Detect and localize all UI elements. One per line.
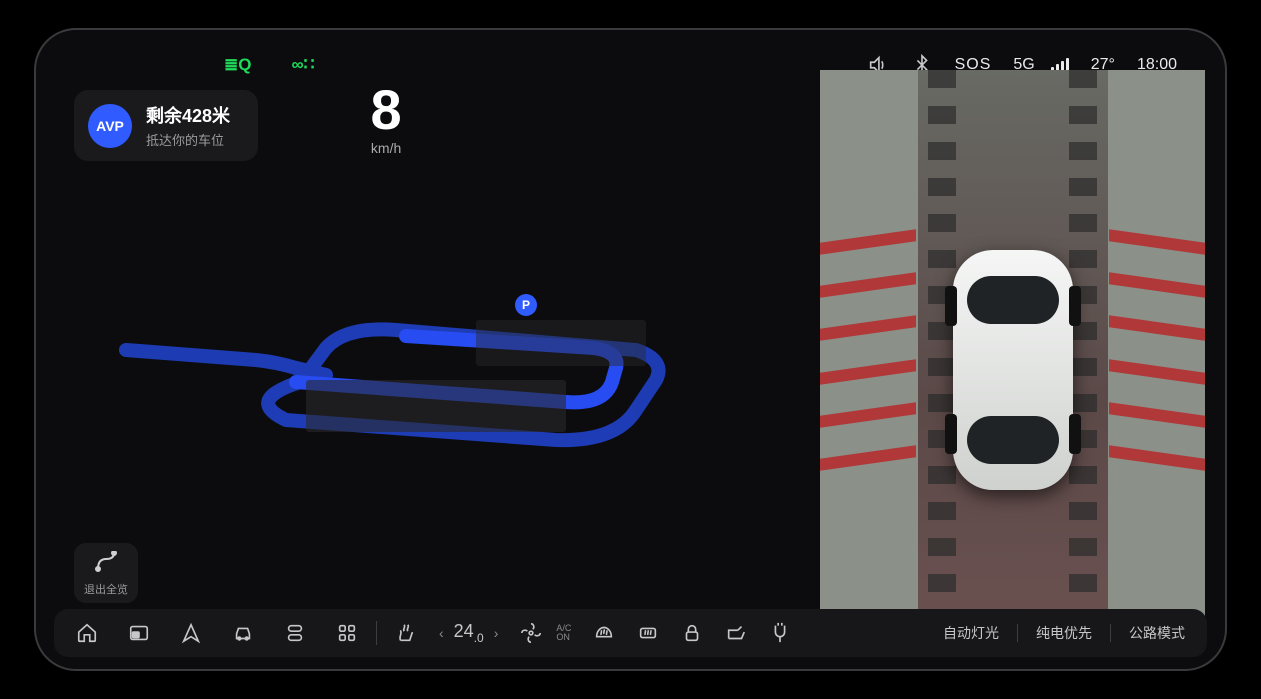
navigation-button[interactable] [180, 622, 202, 644]
exit-overview-button[interactable]: 退出全览 [74, 543, 138, 603]
pip-button[interactable] [128, 622, 150, 644]
foglight-icon: ∞∷ [291, 55, 314, 75]
mode-ev-priority[interactable]: 纯电优先 [1036, 623, 1092, 643]
avp-subtitle: 抵达你的车位 [146, 130, 230, 149]
status-left-indicators: ≣Q ∞∷ [224, 55, 314, 75]
parking-route-map[interactable]: P [96, 210, 756, 510]
tailgate-button[interactable] [725, 622, 747, 644]
temp-increase-button[interactable]: › [494, 625, 499, 641]
climate-temp-control: ‹ 24.0 › [439, 621, 498, 645]
charge-port-button[interactable] [769, 622, 791, 644]
seat-heat-button[interactable] [395, 622, 417, 644]
seat-button[interactable] [284, 622, 306, 644]
climate-temp-value[interactable]: 24.0 [454, 621, 484, 645]
ego-vehicle-icon [953, 250, 1073, 490]
speed-unit: km/h [371, 140, 402, 156]
fan-button[interactable] [520, 622, 542, 644]
mode-road[interactable]: 公路模式 [1129, 623, 1185, 643]
headlight-icon: ≣Q [224, 55, 251, 75]
home-button[interactable] [76, 622, 98, 644]
speed-value: 8 [371, 82, 402, 138]
avp-distance-remaining: 剩余428米 [146, 102, 230, 128]
defrost-front-button[interactable] [593, 622, 615, 644]
parking-marker-icon: P [522, 298, 530, 312]
apps-button[interactable] [336, 622, 358, 644]
defrost-rear-button[interactable] [637, 622, 659, 644]
surround-camera-view[interactable] [820, 70, 1205, 625]
lock-button[interactable] [681, 622, 703, 644]
avp-badge: AVP [88, 104, 132, 148]
bottom-dock: ‹ 24.0 › A/CON 自动灯光 纯电优先 公路模式 [54, 609, 1207, 657]
vehicle-hmi-frame: ≣Q ∞∷ SOS 5G 27° 18:00 AVP 剩余428米 抵达你的车位… [34, 28, 1227, 671]
vehicle-button[interactable] [232, 622, 254, 644]
mode-auto-light[interactable]: 自动灯光 [943, 623, 999, 643]
temp-decrease-button[interactable]: ‹ [439, 625, 444, 641]
route-icon [74, 551, 138, 577]
exit-overview-label: 退出全览 [74, 581, 138, 597]
avp-info-card[interactable]: AVP 剩余428米 抵达你的车位 [74, 90, 258, 161]
ac-status[interactable]: A/CON [556, 624, 571, 642]
speedometer: 8 km/h [371, 82, 402, 156]
